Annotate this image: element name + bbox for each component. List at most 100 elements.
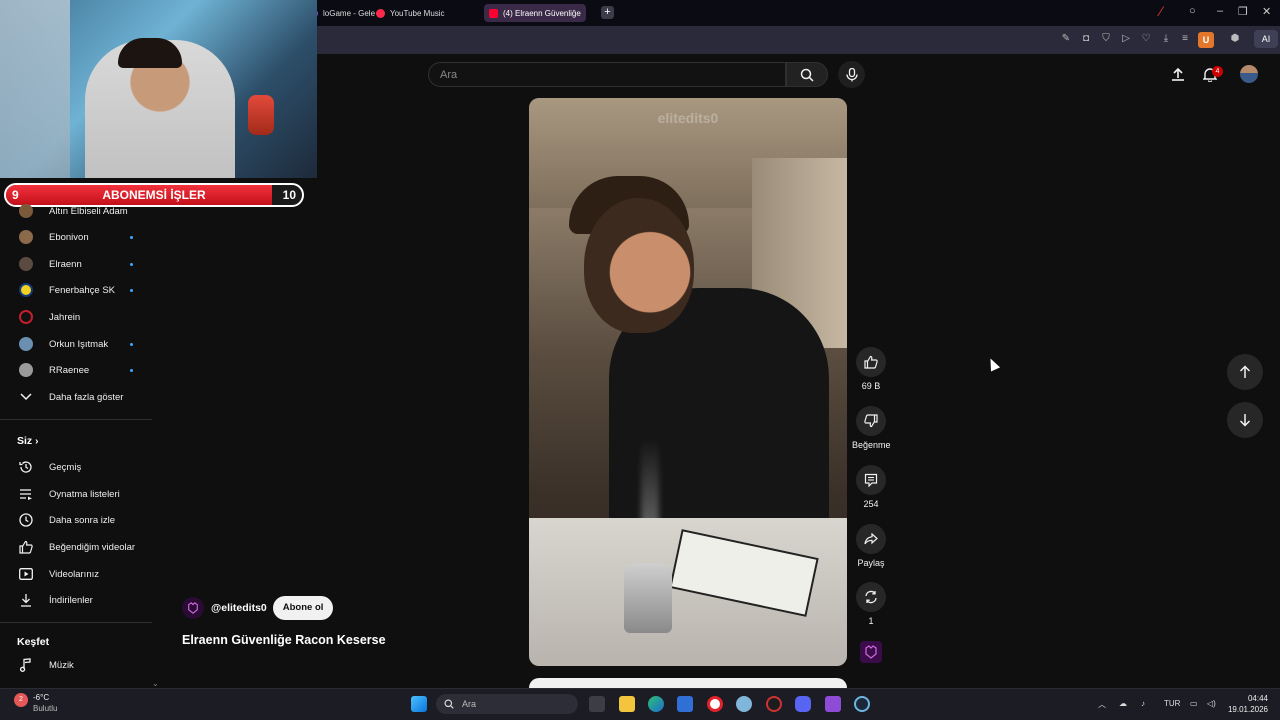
channel-row: @elitedits0 Abone ol [182,596,334,620]
minimize-icon[interactable]: – [1217,5,1223,17]
language-indicator[interactable]: TUR [1164,699,1180,708]
restore-icon[interactable]: ❐ [1238,5,1248,18]
menu-icon[interactable]: ≡ [1179,33,1191,45]
previous-short-button[interactable] [1227,354,1263,390]
sidebar-item-subscription[interactable]: Ebonivon [0,224,150,250]
webcam-overlay [0,0,317,178]
steam-icon[interactable] [854,696,870,712]
obs-icon[interactable] [766,696,782,712]
discord-icon[interactable] [795,696,811,712]
remix-action[interactable]: 1 [852,582,890,626]
upload-icon [1172,67,1184,81]
remix-button[interactable] [856,582,886,612]
short-video-player[interactable]: elitedits0 [529,98,847,666]
store-icon[interactable] [677,696,693,712]
thumbs-up-icon [18,540,33,555]
windows-start-icon[interactable] [411,696,427,712]
sidebar-you-heading[interactable]: Siz › [17,435,38,447]
sidebar-divider [0,419,152,420]
like-action[interactable]: 69 B [852,347,890,391]
sidebar-item-subscription[interactable]: Jahrein [0,304,150,330]
channel-avatar [18,363,33,378]
sidebar-item-subscription[interactable]: Altın Elbiseli Adam [0,198,150,224]
sidebar-item-music[interactable]: Müzik [0,652,150,678]
network-tray-icon[interactable]: ☁ [1119,699,1127,708]
heart-icon[interactable]: ♡ [1140,33,1152,45]
microphone-tray-icon[interactable]: ♪ [1141,699,1145,708]
sidebar-item-playlists[interactable]: Oynatma listeleri [0,481,150,507]
channel-avatar [18,283,33,298]
webcam-background [0,0,70,178]
microphone-prop [248,95,274,135]
extension-u-icon[interactable]: U [1198,32,1214,48]
sidebar-item-subscription[interactable]: Fenerbahçe SK [0,277,150,303]
sidebar-item-liked-videos[interactable]: Beğendiğim videolar [0,534,150,560]
edit-icon[interactable]: ✎ [1060,33,1072,45]
create-button[interactable] [1168,64,1188,84]
channel-handle[interactable]: @elitedits0 [211,602,267,614]
comments-button[interactable] [856,465,886,495]
sidebar-scroll-down-icon[interactable]: ⌄ [152,679,159,688]
twitch-icon[interactable] [825,696,841,712]
windows-taskbar [0,688,1280,720]
sidebar-item-your-videos[interactable]: Videolarınız [0,561,150,587]
opera-icon[interactable] [707,696,723,712]
file-explorer-icon[interactable] [619,696,635,712]
video-icon [18,567,33,582]
tray-overflow-icon[interactable]: ︿ [1098,699,1106,710]
playlist-icon [18,487,33,502]
ai-button[interactable]: AI [1254,30,1278,48]
settings-app-icon[interactable] [736,696,752,712]
subscribe-button[interactable]: Abone ol [272,596,334,620]
sidebar-item-subscription[interactable]: RRaenee [0,357,150,383]
channel-thumbnail-button[interactable] [860,641,882,663]
video-scene-humidifier [624,563,672,633]
voice-search-button[interactable] [838,61,865,88]
browser-tab-active[interactable]: (4) Elraenn Güvenliğe [484,4,586,22]
sidebar-item-subscription[interactable]: Orkun Işıtmak [0,331,150,357]
new-tab-button[interactable]: + [601,6,614,19]
account-avatar[interactable] [1240,65,1258,83]
sidebar-item-subscription[interactable]: Elraenn [0,251,150,277]
cube-icon[interactable]: ⬢ [1229,33,1241,45]
task-view-icon[interactable] [589,696,605,712]
camera-icon[interactable]: ◘ [1080,33,1092,45]
dislike-button[interactable] [856,406,886,436]
thumbs-up-icon [864,355,878,369]
thumbs-down-icon [864,414,878,428]
comments-action[interactable]: 254 [852,465,890,509]
sidebar-item-watch-later[interactable]: Daha sonra izle [0,507,150,533]
monitor-tray-icon[interactable]: ▭ [1190,699,1198,708]
search-box [428,62,786,87]
like-count: 69 B [861,381,881,391]
sidebar-item-downloads[interactable]: İndirilenler [0,587,150,613]
channel-avatar[interactable] [182,597,204,619]
taskbar-search[interactable]: Ara [436,694,578,714]
next-short-button[interactable] [1227,402,1263,438]
play-icon[interactable]: ▷ [1120,33,1132,45]
opera-gx-icon[interactable]: ⁄ [1160,3,1162,19]
sidebar-show-more[interactable]: Daha fazla göster [0,384,150,410]
search-input[interactable] [429,63,785,86]
search-tabs-icon[interactable]: ○ [1189,5,1196,17]
search-icon [444,699,454,709]
volume-tray-icon[interactable]: ◁) [1207,699,1216,708]
weather-badge: 2 [14,693,28,707]
tab-label: (4) Elraenn Güvenliğe [503,8,581,18]
comment-count: 254 [863,499,879,509]
search-button[interactable] [786,62,828,87]
close-icon[interactable]: ✕ [1262,5,1271,18]
dislike-action[interactable]: Beğenme [852,406,891,450]
share-action[interactable]: Paylaş [852,524,890,568]
edge-icon[interactable] [648,696,664,712]
shield-icon[interactable]: ⛉ [1100,33,1112,45]
download-icon[interactable]: ⤓ [1160,33,1172,45]
clock-time: 04:44 [1247,694,1268,703]
taskbar-clock[interactable]: 04:44 19.01.2026 [1218,693,1268,715]
remix-icon [865,590,877,604]
like-button[interactable] [856,347,886,377]
browser-tab-2[interactable]: YouTube Music [371,4,450,22]
video-title[interactable]: Elraenn Güvenliğe Racon Keserse [182,633,386,647]
share-button[interactable] [856,524,886,554]
sidebar-item-history[interactable]: Geçmiş [0,454,150,480]
